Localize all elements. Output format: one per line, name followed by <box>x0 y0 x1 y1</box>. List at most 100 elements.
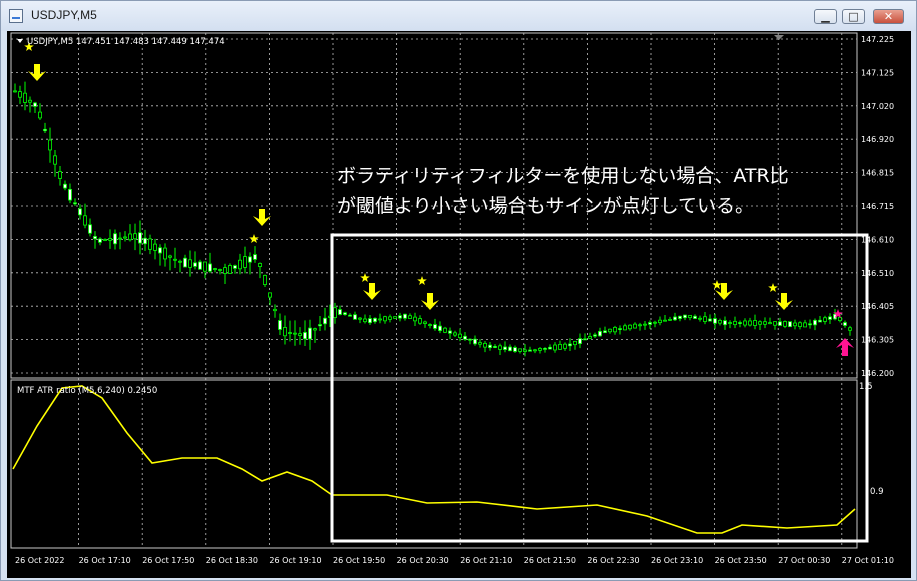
candle-body <box>213 268 217 270</box>
candle-body <box>363 318 367 323</box>
candle-body <box>133 233 137 240</box>
candle-body <box>743 320 747 326</box>
candle-body <box>108 238 112 241</box>
sell-arrow-icon <box>28 64 46 81</box>
buy-arrow-icon <box>836 338 854 356</box>
candle-body <box>753 320 757 326</box>
sell-arrow-icon <box>253 209 271 226</box>
candle-body <box>253 254 257 260</box>
maximize-button[interactable]: □ <box>842 9 865 24</box>
time-tick-label: 26 Oct 23:10 <box>651 556 703 565</box>
candle-body <box>373 317 377 323</box>
candle-body <box>543 348 547 350</box>
candle-body <box>308 327 312 340</box>
close-button[interactable]: ✕ <box>873 9 904 24</box>
candle-body <box>403 313 407 319</box>
candle-body <box>828 316 832 320</box>
sell-arrow-icon <box>363 283 381 300</box>
candle-body <box>263 275 267 285</box>
candle-body <box>613 326 617 333</box>
candle-body <box>183 257 187 268</box>
candle-body <box>13 90 17 93</box>
candle-body <box>98 238 102 243</box>
candle-body <box>223 267 227 274</box>
candle-body <box>433 324 437 329</box>
candle-body <box>273 308 277 312</box>
candle-body <box>48 139 52 151</box>
candle-body <box>748 320 752 326</box>
sell-arrow-icon <box>421 293 439 310</box>
candle-body <box>423 321 427 324</box>
candle-body <box>528 349 532 352</box>
candle-body <box>783 321 787 327</box>
candle-body <box>513 347 517 352</box>
symbol-header: USDJPY,M5 147.451 147.483 147.449 147.47… <box>27 37 225 47</box>
candle-body <box>493 346 497 348</box>
price-tick-label: 147.225 <box>861 35 894 44</box>
candle-body <box>78 208 82 216</box>
candle-body <box>473 338 477 345</box>
candle-body <box>668 318 672 321</box>
candle-body <box>303 332 307 340</box>
candle-body <box>763 321 767 325</box>
candle-body <box>348 314 352 317</box>
time-tick-label: 26 Oct 17:50 <box>142 556 194 565</box>
title-bar[interactable]: USDJPY,M5 ▁ □ ✕ <box>1 1 916 31</box>
candle-body <box>68 188 72 201</box>
candle-body <box>708 318 712 322</box>
candle-body <box>128 233 132 241</box>
candle-body <box>413 316 417 322</box>
time-tick-label: 26 Oct 19:50 <box>333 556 385 565</box>
candle-body <box>148 238 152 250</box>
candle-body <box>593 334 597 337</box>
candle-body <box>53 155 57 165</box>
candle-body <box>588 336 592 339</box>
chart-area[interactable]: 147.225 147.125 147.020 146.920 146.815 146.7… <box>7 31 911 578</box>
candle-body <box>468 338 472 341</box>
candle-body <box>848 327 852 331</box>
candle-body <box>723 320 727 326</box>
candle-body <box>768 322 772 325</box>
candle-body <box>313 328 317 331</box>
price-tick-label: 147.125 <box>861 68 894 77</box>
candle-body <box>498 345 502 350</box>
atr-ratio-path <box>12 385 856 534</box>
candle-body <box>298 333 302 336</box>
candle-body <box>618 328 622 330</box>
candle-body <box>508 346 512 352</box>
candle-body <box>208 263 212 272</box>
chart-grid <box>11 33 857 548</box>
candle-body <box>408 315 412 319</box>
signal-star-icon <box>360 273 370 282</box>
candle-body <box>173 258 177 261</box>
candle-body <box>378 318 382 321</box>
candle-body <box>448 330 452 334</box>
candle-body <box>638 324 642 327</box>
candle-body <box>28 99 32 103</box>
candle-body <box>658 319 662 324</box>
candle-body <box>343 312 347 315</box>
time-tick-label: 26 Oct 20:30 <box>397 556 449 565</box>
time-tick-label: 26 Oct 18:30 <box>206 556 258 565</box>
minimize-button[interactable]: ▁ <box>814 9 837 24</box>
time-tick-label: 26 Oct 23:50 <box>715 556 767 565</box>
annotation-line-2: が閾値より小さい場合もサインが点灯している。 <box>337 195 755 217</box>
candle-body <box>728 322 732 324</box>
time-tick-label: 26 Oct 17:10 <box>79 556 131 565</box>
candle-body <box>733 320 737 326</box>
candle-body <box>518 348 522 352</box>
candle-body <box>168 255 172 258</box>
candle-body <box>428 324 432 326</box>
candle-body <box>198 261 202 270</box>
time-tick-label: 26 Oct 21:50 <box>524 556 576 565</box>
price-chart[interactable]: 147.225 147.125 147.020 146.920 146.815 146.7… <box>7 31 911 578</box>
candle-body <box>93 236 97 240</box>
candle-body <box>838 316 842 322</box>
axis-labels: 147.225 147.125 147.020 146.920 146.815 146.7… <box>15 35 894 565</box>
candle-body <box>673 316 677 321</box>
candle-body <box>23 92 27 103</box>
sell-arrow-icon <box>775 293 793 310</box>
candle-body <box>818 319 822 323</box>
candle-body <box>623 325 627 331</box>
candle-body <box>503 346 507 350</box>
